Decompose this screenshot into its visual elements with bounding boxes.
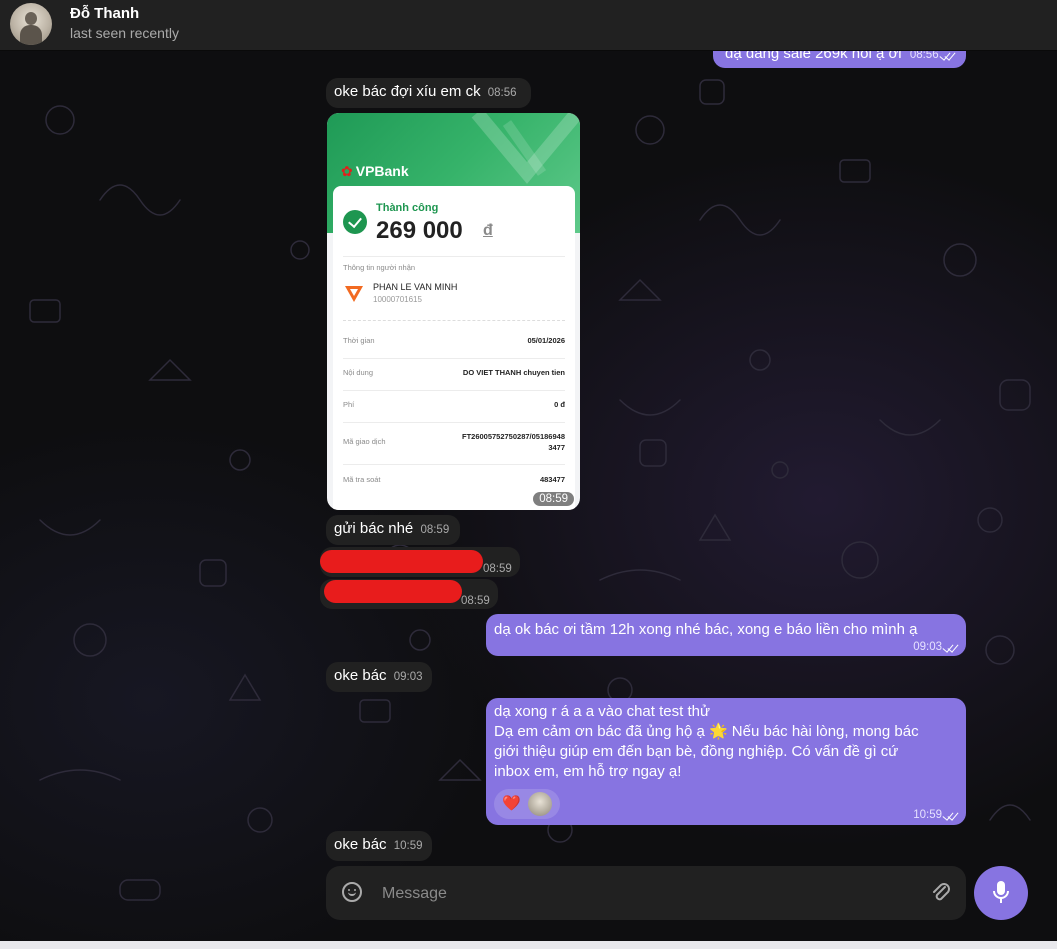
receipt-row-label: Mã tra soát	[343, 475, 381, 484]
message-time: 08:59	[420, 524, 450, 536]
message-text: oke bác	[334, 836, 387, 853]
chat-header[interactable]: Đỗ Thanh last seen recently	[0, 0, 1057, 51]
message-text-line: giới thiệu giúp em đến bạn bè, đồng nghi…	[494, 743, 899, 760]
message-outgoing[interactable]: dạ xong r á a a vào chat test thử Dạ em …	[486, 698, 966, 825]
read-checkmarks-icon	[942, 641, 959, 653]
receipt-row-label: Nội dung	[343, 368, 374, 377]
microphone-icon	[993, 881, 1009, 903]
message-time: 08:56	[487, 87, 517, 99]
message-time: 10:59	[393, 840, 423, 852]
message-time: 08:59	[483, 563, 512, 575]
reaction-chip[interactable]: ❤️	[494, 789, 560, 819]
message-text: oke bác đợi xíu em ck	[334, 83, 481, 100]
message-text: oke bác	[334, 667, 387, 684]
receipt-status: Thành công	[376, 202, 439, 214]
message-incoming[interactable]: oke bác đợi xíu em ck 08:56	[326, 78, 531, 108]
receipt-amount: 269 000	[376, 217, 463, 244]
receipt-row-label: Phí	[343, 400, 355, 409]
message-time: 10:59	[913, 809, 942, 821]
message-text: dạ ok bác ơi tầm 12h xong nhé bác, xong …	[494, 621, 918, 638]
success-check-icon	[343, 210, 367, 234]
message-text: gửi bác nhé	[334, 520, 414, 537]
read-checkmarks-icon	[939, 49, 956, 61]
avatar[interactable]	[10, 3, 52, 45]
contact-name[interactable]: Đỗ Thanh	[70, 5, 139, 22]
recipient-bank-icon	[345, 286, 363, 302]
redaction-mark	[320, 550, 483, 573]
message-time: 09:03	[393, 671, 423, 683]
smile-icon[interactable]	[342, 882, 362, 902]
message-text-line: dạ xong r á a a vào chat test thử	[494, 703, 711, 720]
message-time: 08:59	[461, 595, 490, 607]
receipt-currency: đ	[483, 222, 493, 239]
payment-receipt-image[interactable]: ✿ VPBank Thành công 269 000 đ Thông tin n…	[327, 113, 580, 510]
message-text-line: Dạ em cảm ơn bác đã ủng hộ ạ 🌟 Nếu bác h…	[494, 723, 919, 740]
taskbar-edge	[0, 941, 1057, 949]
receipt-row-label: Thời gian	[343, 336, 375, 345]
heart-icon: ❤️	[502, 795, 521, 812]
receipt-row-value: 0 đ	[554, 400, 565, 409]
message-incoming-redacted[interactable]: 08:59	[320, 547, 520, 577]
receipt-row-value: FT26005752750287/05186948	[461, 432, 565, 441]
message-input[interactable]	[380, 878, 914, 910]
receipt-row-label: Mã giao dịch	[343, 437, 386, 446]
contact-status: last seen recently	[70, 25, 179, 41]
message-incoming[interactable]: oke bác 09:03	[326, 662, 432, 692]
recipient-account: 10000701615	[373, 295, 422, 304]
receipt-row-value: DO VIET THANH chuyen tien	[462, 368, 565, 377]
message-time: 08:59	[533, 492, 574, 506]
receipt-card: Thành công 269 000 đ Thông tin người nhậ…	[333, 186, 575, 510]
read-checkmarks-icon	[942, 809, 959, 821]
receipt-row-value: 05/01/2026	[527, 336, 565, 345]
message-incoming[interactable]: oke bác 10:59	[326, 831, 432, 861]
message-composer	[326, 866, 966, 920]
message-incoming[interactable]: gửi bác nhé 08:59	[326, 515, 460, 545]
message-time: 09:03	[913, 641, 942, 653]
message-incoming-redacted[interactable]: 08:59	[320, 579, 498, 609]
message-text-line: inbox em, em hỗ trợ ngay ạ!	[494, 763, 682, 780]
paperclip-icon[interactable]	[929, 881, 953, 905]
message-outgoing[interactable]: dạ ok bác ơi tầm 12h xong nhé bác, xong …	[486, 614, 966, 656]
recipient-label: Thông tin người nhận	[343, 263, 416, 272]
recipient-name: PHAN LE VAN MINH	[373, 282, 458, 292]
redaction-mark	[324, 580, 462, 603]
reactor-avatar	[528, 792, 552, 816]
receipt-row-value-cont: 3477	[548, 443, 565, 452]
receipt-row-value: 483477	[539, 475, 565, 484]
voice-record-button[interactable]	[974, 866, 1028, 920]
